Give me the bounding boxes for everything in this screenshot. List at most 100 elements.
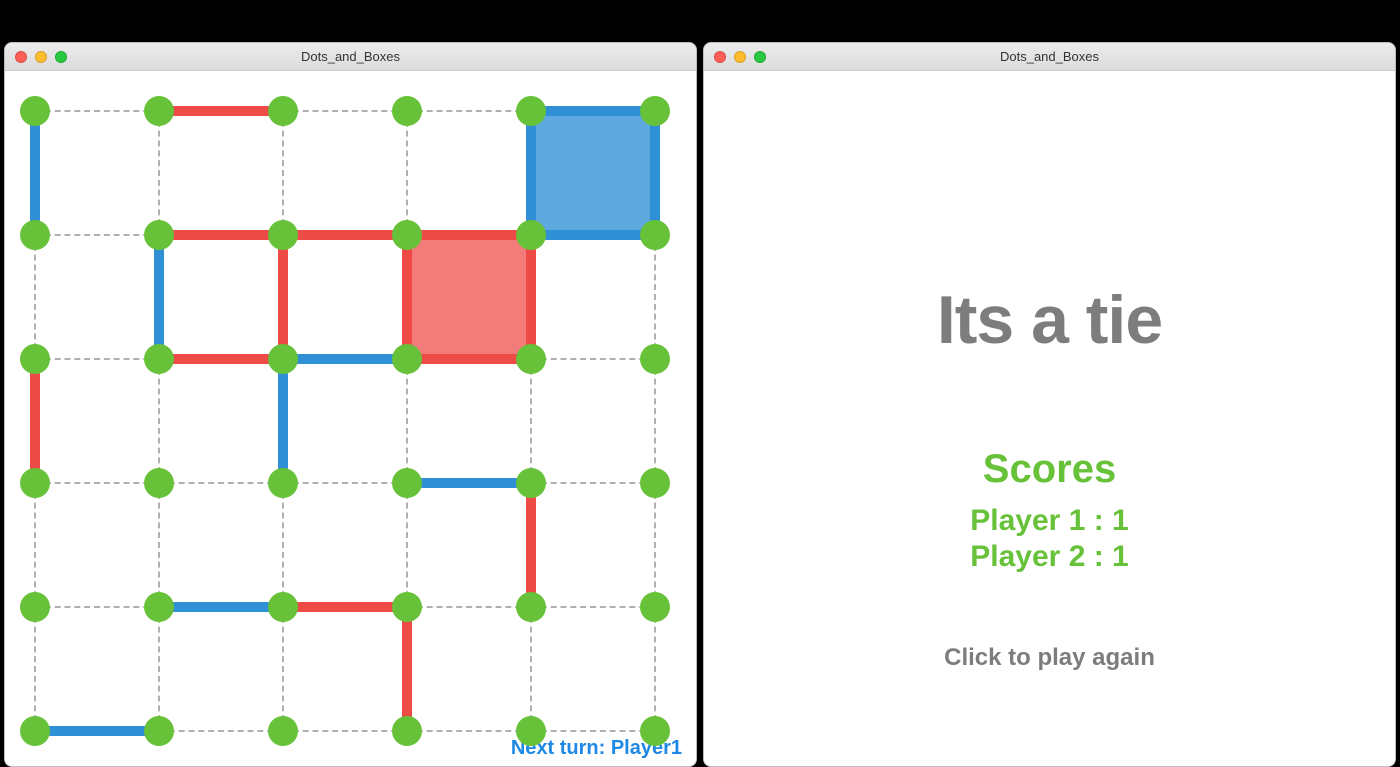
play-again-button[interactable]: Click to play again bbox=[944, 644, 1155, 672]
edge-vertical-empty[interactable] bbox=[158, 111, 160, 235]
edge-vertical-empty[interactable] bbox=[530, 359, 532, 483]
edge-horizontal bbox=[531, 230, 655, 240]
edge-vertical-empty[interactable] bbox=[282, 111, 284, 235]
window-titlebar[interactable]: Dots_and_Boxes bbox=[704, 43, 1395, 71]
grid-dot bbox=[640, 592, 670, 622]
edge-horizontal-empty[interactable] bbox=[531, 730, 655, 732]
edge-horizontal-empty[interactable] bbox=[531, 358, 655, 360]
edge-horizontal bbox=[283, 230, 407, 240]
grid-dot bbox=[144, 220, 174, 250]
edge-horizontal-empty[interactable] bbox=[35, 110, 159, 112]
edge-horizontal bbox=[531, 106, 655, 116]
edge-horizontal-empty[interactable] bbox=[35, 234, 159, 236]
edge-horizontal bbox=[159, 230, 283, 240]
edge-horizontal-empty[interactable] bbox=[531, 606, 655, 608]
edge-vertical-empty[interactable] bbox=[406, 111, 408, 235]
window-title: Dots_and_Boxes bbox=[5, 49, 696, 64]
grid-dot bbox=[392, 96, 422, 126]
window-titlebar[interactable]: Dots_and_Boxes bbox=[5, 43, 696, 71]
game-content: Next turn: Player1 bbox=[5, 71, 696, 766]
grid-dot bbox=[144, 96, 174, 126]
edge-vertical bbox=[154, 235, 164, 359]
edge-vertical-empty[interactable] bbox=[282, 607, 284, 731]
edge-horizontal-empty[interactable] bbox=[35, 606, 159, 608]
edge-horizontal-empty[interactable] bbox=[159, 730, 283, 732]
edge-vertical-empty[interactable] bbox=[34, 483, 36, 607]
edge-horizontal bbox=[159, 354, 283, 364]
edge-vertical-empty[interactable] bbox=[654, 235, 656, 359]
edge-horizontal-empty[interactable] bbox=[407, 730, 531, 732]
grid-dot bbox=[268, 716, 298, 746]
grid-dot bbox=[20, 716, 50, 746]
edge-horizontal-empty[interactable] bbox=[283, 482, 407, 484]
grid-dot bbox=[640, 220, 670, 250]
result-headline: Its a tie bbox=[937, 281, 1162, 359]
grid-dot bbox=[516, 344, 546, 374]
edge-vertical-empty[interactable] bbox=[158, 483, 160, 607]
score-player1: Player 1 : 1 bbox=[970, 504, 1128, 538]
edge-horizontal-empty[interactable] bbox=[283, 730, 407, 732]
grid-dot bbox=[392, 344, 422, 374]
edge-vertical bbox=[526, 483, 536, 607]
minimize-icon[interactable] bbox=[734, 51, 746, 63]
edge-vertical-empty[interactable] bbox=[406, 483, 408, 607]
grid-dot bbox=[268, 96, 298, 126]
edge-vertical-empty[interactable] bbox=[34, 607, 36, 731]
close-icon[interactable] bbox=[15, 51, 27, 63]
zoom-icon[interactable] bbox=[754, 51, 766, 63]
scores-heading: Scores bbox=[983, 447, 1116, 492]
edge-horizontal-empty[interactable] bbox=[35, 358, 159, 360]
edge-horizontal-empty[interactable] bbox=[283, 110, 407, 112]
grid-dot bbox=[268, 344, 298, 374]
grid-dot bbox=[144, 716, 174, 746]
edge-horizontal-empty[interactable] bbox=[531, 482, 655, 484]
edge-vertical-empty[interactable] bbox=[158, 607, 160, 731]
edge-horizontal bbox=[159, 106, 283, 116]
edge-vertical-empty[interactable] bbox=[406, 359, 408, 483]
grid-dot bbox=[640, 96, 670, 126]
edge-vertical-empty[interactable] bbox=[654, 359, 656, 483]
grid-dot bbox=[20, 592, 50, 622]
edge-horizontal-empty[interactable] bbox=[407, 110, 531, 112]
edge-vertical bbox=[402, 235, 412, 359]
grid-dot bbox=[640, 716, 670, 746]
edge-vertical bbox=[30, 111, 40, 235]
result-content: Its a tie Scores Player 1 : 1 Player 2 :… bbox=[704, 71, 1395, 766]
score-player2: Player 2 : 1 bbox=[970, 540, 1128, 574]
grid-dot bbox=[144, 344, 174, 374]
edge-vertical bbox=[526, 111, 536, 235]
edge-vertical-empty[interactable] bbox=[654, 483, 656, 607]
edge-vertical bbox=[278, 359, 288, 483]
game-board[interactable] bbox=[35, 111, 655, 731]
grid-dot bbox=[392, 592, 422, 622]
edge-vertical-empty[interactable] bbox=[282, 483, 284, 607]
edge-horizontal-empty[interactable] bbox=[35, 482, 159, 484]
edge-horizontal bbox=[407, 478, 531, 488]
edge-vertical-empty[interactable] bbox=[530, 607, 532, 731]
edge-horizontal bbox=[35, 726, 159, 736]
edge-horizontal-empty[interactable] bbox=[407, 606, 531, 608]
zoom-icon[interactable] bbox=[55, 51, 67, 63]
grid-dot bbox=[392, 468, 422, 498]
edge-horizontal bbox=[407, 230, 531, 240]
grid-dot bbox=[144, 592, 174, 622]
grid-dot bbox=[516, 716, 546, 746]
edge-vertical bbox=[650, 111, 660, 235]
edge-vertical-empty[interactable] bbox=[34, 235, 36, 359]
window-title: Dots_and_Boxes bbox=[704, 49, 1395, 64]
minimize-icon[interactable] bbox=[35, 51, 47, 63]
grid-dot bbox=[392, 716, 422, 746]
edge-vertical-empty[interactable] bbox=[654, 607, 656, 731]
grid-dot bbox=[20, 344, 50, 374]
edge-horizontal bbox=[407, 354, 531, 364]
edge-horizontal bbox=[159, 602, 283, 612]
grid-dot bbox=[20, 468, 50, 498]
edge-horizontal-empty[interactable] bbox=[159, 482, 283, 484]
close-icon[interactable] bbox=[714, 51, 726, 63]
edge-vertical-empty[interactable] bbox=[158, 359, 160, 483]
grid-dot bbox=[268, 220, 298, 250]
window-controls bbox=[5, 51, 67, 63]
grid-dot bbox=[640, 468, 670, 498]
captured-box bbox=[411, 239, 527, 355]
edge-vertical bbox=[30, 359, 40, 483]
